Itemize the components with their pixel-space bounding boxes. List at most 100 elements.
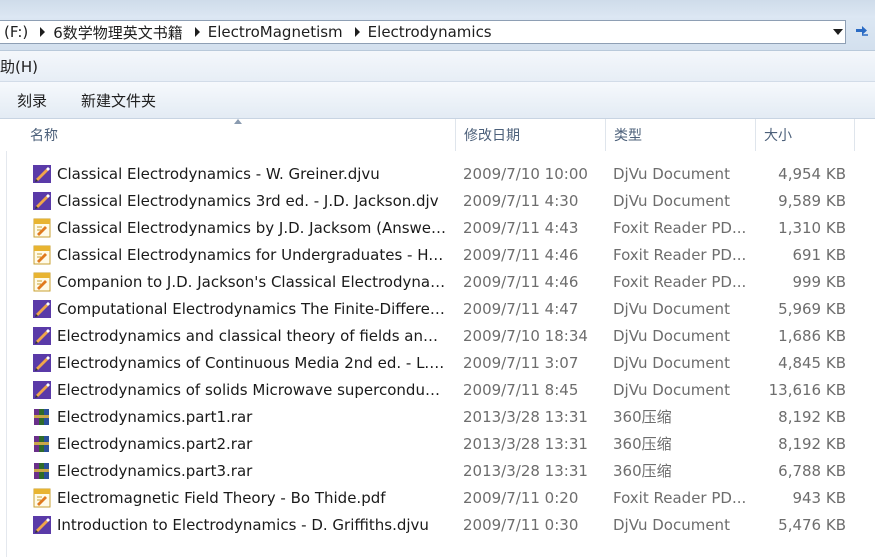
file-date: 2009/7/11 8:45 <box>463 380 579 399</box>
breadcrumb-separator-icon[interactable] <box>354 27 360 37</box>
file-size: 1,310 KB <box>778 218 846 237</box>
breadcrumb-separator-icon[interactable] <box>194 27 200 37</box>
file-date: 2009/7/11 0:30 <box>463 515 579 534</box>
djvu-icon <box>31 511 53 538</box>
column-header-size[interactable]: 大小 <box>755 119 855 151</box>
file-row[interactable]: Classical Electrodynamics for Undergradu… <box>0 241 875 268</box>
breadcrumb-item-2[interactable]: ElectroMagnetism <box>204 23 349 41</box>
file-date: 2013/3/28 13:31 <box>463 434 588 453</box>
file-type: Foxit Reader PD... <box>613 245 747 264</box>
file-row[interactable]: Companion to J.D. Jackson's Classical El… <box>0 268 875 295</box>
file-name[interactable]: Electrodynamics and classical theory of … <box>57 322 447 349</box>
file-date: 2009/7/11 4:46 <box>463 245 579 264</box>
file-size: 691 KB <box>792 245 846 264</box>
file-size: 943 KB <box>792 488 846 507</box>
file-name[interactable]: Classical Electrodynamics by J.D. Jackso… <box>57 214 447 241</box>
file-row[interactable]: Electromagnetic Field Theory - Bo Thide.… <box>0 484 875 511</box>
column-header-name[interactable]: 名称 <box>30 119 455 151</box>
file-row[interactable]: Electrodynamics and classical theory of … <box>0 322 875 349</box>
file-type: 360压缩 <box>613 435 672 453</box>
pdf-icon <box>31 268 53 295</box>
menu-bar: 助(H) <box>0 51 875 82</box>
file-size: 1,686 KB <box>778 326 846 345</box>
rar-icon <box>31 457 53 484</box>
new-folder-button[interactable]: 新建文件夹 <box>81 90 156 111</box>
file-row[interactable]: Computational Electrodynamics The Finite… <box>0 295 875 322</box>
breadcrumb-item-1[interactable]: 6数学物理英文书籍 <box>49 22 189 43</box>
breadcrumb-separator-icon[interactable] <box>40 27 46 37</box>
file-type: 360压缩 <box>613 462 672 480</box>
file-name[interactable]: Classical Electrodynamics for Undergradu… <box>57 241 447 268</box>
menu-help[interactable]: 助(H) <box>0 56 38 77</box>
file-date: 2009/7/10 10:00 <box>463 164 588 183</box>
file-row[interactable]: Electrodynamics of solids Microwave supe… <box>0 376 875 403</box>
file-row[interactable]: Electrodynamics.part3.rar 2013/3/28 13:31… <box>0 457 875 484</box>
file-size: 9,589 KB <box>778 191 846 210</box>
column-header-name-label: 名称 <box>30 128 58 144</box>
sort-ascending-icon <box>234 119 242 124</box>
file-size: 8,192 KB <box>778 407 846 426</box>
file-size: 8,192 KB <box>778 434 846 453</box>
column-header-date[interactable]: 修改日期 <box>455 119 605 151</box>
file-name[interactable]: Computational Electrodynamics The Finite… <box>57 295 447 322</box>
file-name[interactable]: Electrodynamics of Continuous Media 2nd … <box>57 349 447 376</box>
file-name[interactable]: Companion to J.D. Jackson's Classical El… <box>57 268 447 295</box>
address-bar-row: (F:) 6数学物理英文书籍 ElectroMagnetism Electrod… <box>0 16 875 51</box>
file-row[interactable]: Classical Electrodynamics - W. Greiner.d… <box>0 160 875 187</box>
file-name[interactable]: Classical Electrodynamics 3rd ed. - J.D.… <box>57 187 447 214</box>
file-date: 2009/7/11 3:07 <box>463 353 579 372</box>
file-date: 2013/3/28 13:31 <box>463 461 588 480</box>
file-date: 2009/7/11 4:47 <box>463 299 579 318</box>
burn-button[interactable]: 刻录 <box>17 90 47 111</box>
file-size: 6,788 KB <box>778 461 846 480</box>
file-row[interactable]: Introduction to Electrodynamics - D. Gri… <box>0 511 875 538</box>
address-dropdown-icon[interactable] <box>833 29 843 35</box>
file-type: DjVu Document <box>613 380 730 399</box>
file-name[interactable]: Electromagnetic Field Theory - Bo Thide.… <box>57 484 447 511</box>
pdf-icon <box>31 241 53 268</box>
title-strip <box>0 0 875 16</box>
refresh-button[interactable] <box>848 20 875 44</box>
file-size: 999 KB <box>792 272 846 291</box>
breadcrumb-item-3[interactable]: Electrodynamics <box>364 23 498 41</box>
address-bar[interactable]: (F:) 6数学物理英文书籍 ElectroMagnetism Electrod… <box>0 20 846 44</box>
explorer-window: (F:) 6数学物理英文书籍 ElectroMagnetism Electrod… <box>0 0 875 557</box>
file-list: Classical Electrodynamics - W. Greiner.d… <box>0 160 875 538</box>
rar-icon <box>31 430 53 457</box>
file-row[interactable]: Classical Electrodynamics 3rd ed. - J.D.… <box>0 187 875 214</box>
file-type: Foxit Reader PD... <box>613 272 747 291</box>
file-size: 4,845 KB <box>778 353 846 372</box>
breadcrumb-drive[interactable]: (F:) <box>0 23 34 41</box>
file-name[interactable]: Electrodynamics.part3.rar <box>57 457 447 484</box>
file-type: DjVu Document <box>613 353 730 372</box>
file-row[interactable]: Electrodynamics.part2.rar 2013/3/28 13:31… <box>0 430 875 457</box>
refresh-icon <box>855 26 868 36</box>
djvu-icon <box>31 322 53 349</box>
file-name[interactable]: Classical Electrodynamics - W. Greiner.d… <box>57 160 447 187</box>
column-header-size-label: 大小 <box>764 128 792 144</box>
file-date: 2009/7/10 18:34 <box>463 326 588 345</box>
djvu-icon <box>31 160 53 187</box>
file-name[interactable]: Introduction to Electrodynamics - D. Gri… <box>57 511 447 538</box>
file-size: 5,476 KB <box>778 515 846 534</box>
file-row[interactable]: Classical Electrodynamics by J.D. Jackso… <box>0 214 875 241</box>
file-name[interactable]: Electrodynamics.part1.rar <box>57 403 447 430</box>
pdf-icon <box>31 214 53 241</box>
file-name[interactable]: Electrodynamics of solids Microwave supe… <box>57 376 447 403</box>
djvu-icon <box>31 295 53 322</box>
file-row[interactable]: Electrodynamics.part1.rar 2013/3/28 13:31… <box>0 403 875 430</box>
file-name[interactable]: Electrodynamics.part2.rar <box>57 430 447 457</box>
file-date: 2009/7/11 4:46 <box>463 272 579 291</box>
column-header-row: 名称 修改日期 类型 大小 <box>0 119 875 151</box>
file-size: 5,969 KB <box>778 299 846 318</box>
djvu-icon <box>31 349 53 376</box>
file-type: DjVu Document <box>613 164 730 183</box>
djvu-icon <box>31 376 53 403</box>
column-header-type[interactable]: 类型 <box>605 119 755 151</box>
file-row[interactable]: Electrodynamics of Continuous Media 2nd … <box>0 349 875 376</box>
file-size: 4,954 KB <box>778 164 846 183</box>
file-date: 2009/7/11 4:30 <box>463 191 579 210</box>
djvu-icon <box>31 187 53 214</box>
column-header-type-label: 类型 <box>614 128 642 144</box>
file-type: 360压缩 <box>613 408 672 426</box>
